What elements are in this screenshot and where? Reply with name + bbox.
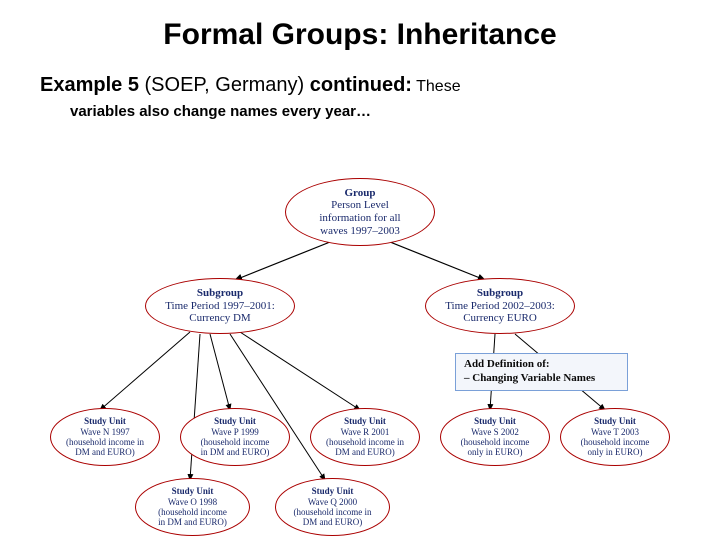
node-label: Study Unit bbox=[312, 486, 354, 496]
example-trail: These bbox=[412, 78, 461, 95]
node-label: Study Unit bbox=[474, 416, 516, 426]
node-group: Group Person Level information for all w… bbox=[285, 178, 435, 246]
node-line: DM and EURO) bbox=[75, 447, 135, 457]
node-label: Study Unit bbox=[594, 416, 636, 426]
node-line: (household income bbox=[158, 507, 227, 517]
node-line: Person Level bbox=[331, 199, 389, 212]
node-label: Subgroup bbox=[197, 287, 243, 300]
callout-add-definition: Add Definition of: – Changing Variable N… bbox=[455, 353, 628, 391]
node-line: Wave R 2001 bbox=[341, 427, 390, 437]
example-continued: continued: bbox=[310, 74, 412, 96]
node-line: waves 1997–2003 bbox=[320, 225, 400, 238]
node-line: only in EURO) bbox=[588, 447, 643, 457]
node-label: Study Unit bbox=[84, 416, 126, 426]
node-study-unit-n1997: Study Unit Wave N 1997 (household income… bbox=[50, 408, 160, 466]
node-label: Group bbox=[345, 187, 376, 200]
node-label: Study Unit bbox=[344, 416, 386, 426]
node-label: Study Unit bbox=[172, 486, 214, 496]
node-study-unit-p1999: Study Unit Wave P 1999 (household income… bbox=[180, 408, 290, 466]
node-line: (household income bbox=[461, 437, 530, 447]
node-line: Time Period 1997–2001: bbox=[165, 300, 275, 313]
node-line: Time Period 2002–2003: bbox=[445, 300, 555, 313]
node-line: DM and EURO) bbox=[335, 447, 395, 457]
node-line: in DM and EURO) bbox=[158, 517, 227, 527]
node-line: DM and EURO) bbox=[303, 517, 363, 527]
node-line: (household income in bbox=[66, 437, 144, 447]
node-study-unit-t2003: Study Unit Wave T 2003 (household income… bbox=[560, 408, 670, 466]
callout-line2: – Changing Variable Names bbox=[464, 372, 595, 384]
inheritance-diagram: Group Person Level information for all w… bbox=[50, 178, 670, 538]
node-label: Study Unit bbox=[214, 416, 256, 426]
node-line: (household income bbox=[581, 437, 650, 447]
example-heading: Example 5 (SOEP, Germany) continued: The… bbox=[40, 74, 720, 97]
node-line: Wave S 2002 bbox=[471, 427, 519, 437]
node-line: (household income in bbox=[326, 437, 404, 447]
node-line: information for all bbox=[319, 212, 400, 225]
node-line: (household income bbox=[201, 437, 270, 447]
example-subline: variables also change names every year… bbox=[70, 103, 720, 120]
node-study-unit-s2002: Study Unit Wave S 2002 (household income… bbox=[440, 408, 550, 466]
node-study-unit-r2001: Study Unit Wave R 2001 (household income… bbox=[310, 408, 420, 466]
slide-title: Formal Groups: Inheritance bbox=[0, 18, 720, 52]
node-line: Wave P 1999 bbox=[211, 427, 258, 437]
node-line: Currency DM bbox=[189, 312, 250, 325]
callout-line1: Add Definition of: bbox=[464, 358, 550, 370]
node-study-unit-q2000: Study Unit Wave Q 2000 (household income… bbox=[275, 478, 390, 536]
node-line: (household income in bbox=[294, 507, 372, 517]
node-line: Wave Q 2000 bbox=[308, 497, 357, 507]
example-context: (SOEP, Germany) bbox=[139, 74, 310, 96]
node-label: Subgroup bbox=[477, 287, 523, 300]
node-line: Wave N 1997 bbox=[80, 427, 129, 437]
node-line: Wave T 2003 bbox=[591, 427, 639, 437]
node-line: Currency EURO bbox=[463, 312, 537, 325]
node-subgroup-1: Subgroup Time Period 1997–2001: Currency… bbox=[145, 278, 295, 334]
example-bold: Example 5 bbox=[40, 74, 139, 96]
node-line: only in EURO) bbox=[468, 447, 523, 457]
node-line: in DM and EURO) bbox=[201, 447, 270, 457]
node-study-unit-o1998: Study Unit Wave O 1998 (household income… bbox=[135, 478, 250, 536]
node-line: Wave O 1998 bbox=[168, 497, 217, 507]
node-subgroup-2: Subgroup Time Period 2002–2003: Currency… bbox=[425, 278, 575, 334]
